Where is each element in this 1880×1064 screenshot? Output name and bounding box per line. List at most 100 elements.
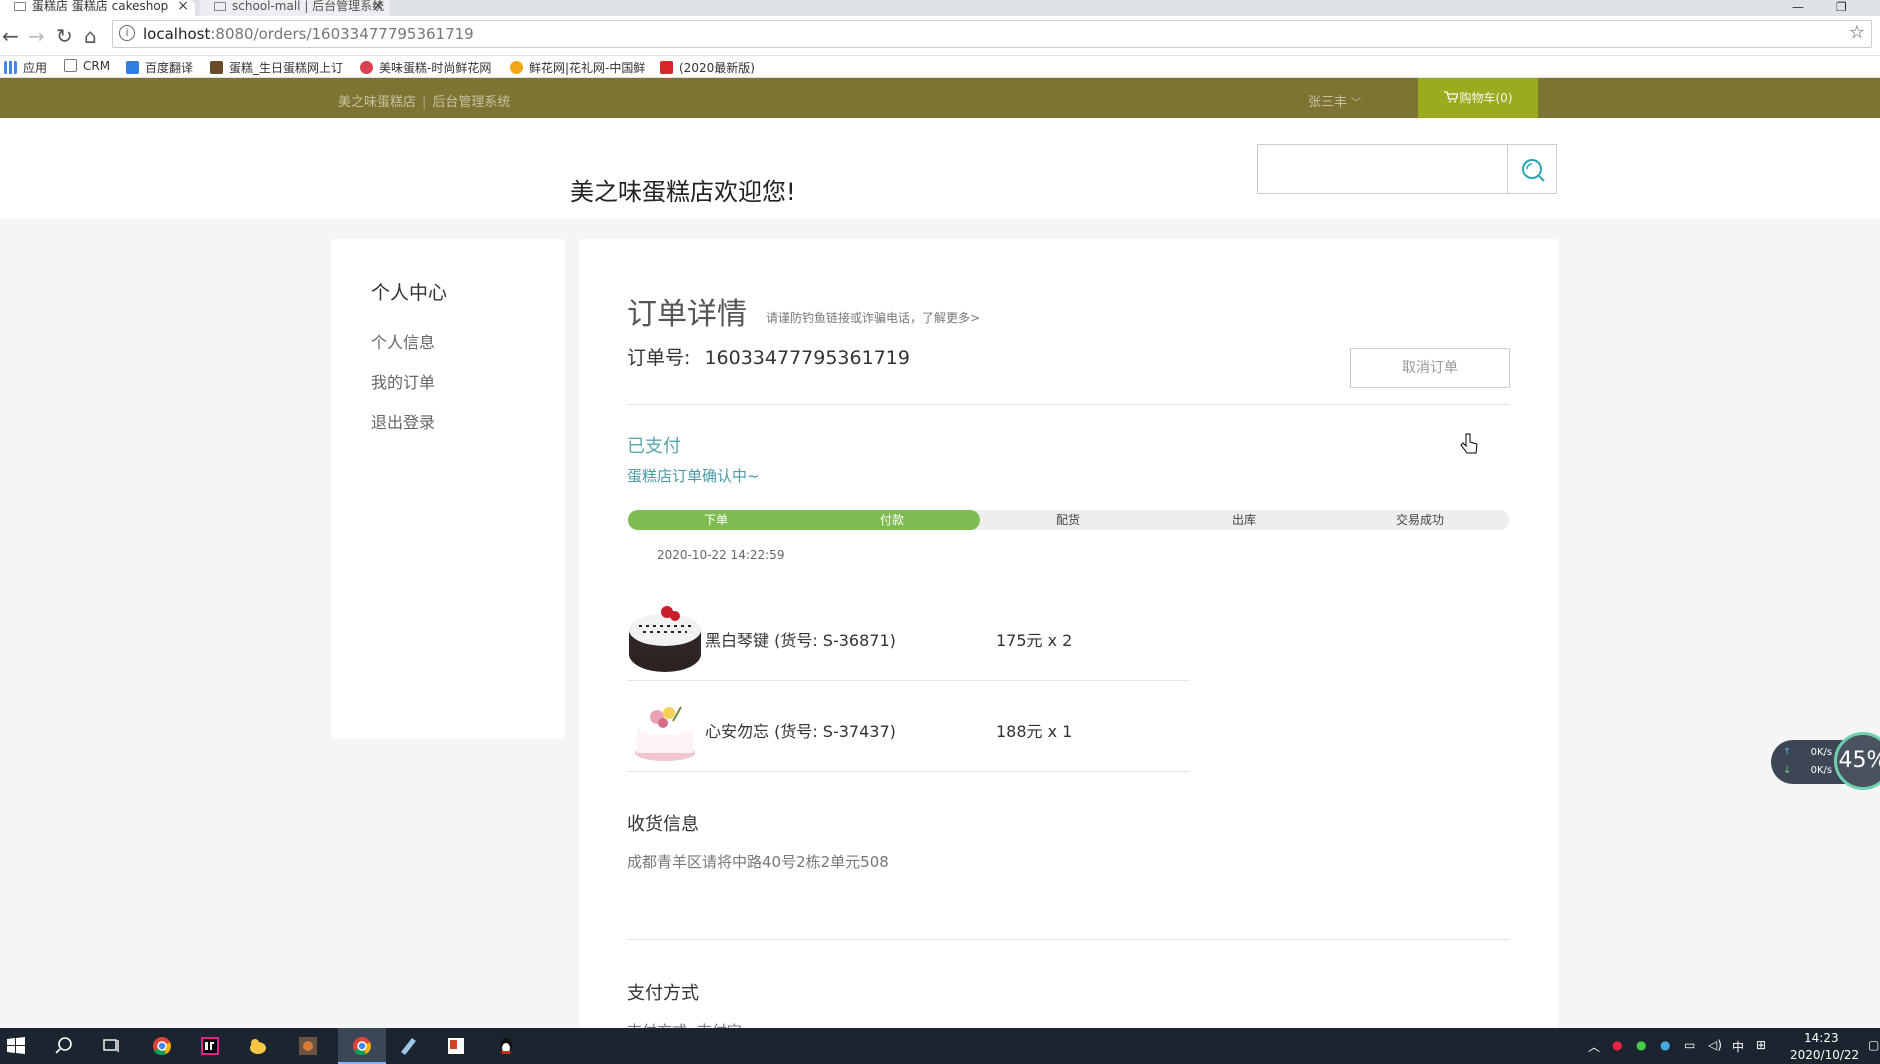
chevron-down-icon: ﹀ [1351,98,1362,109]
cart-icon [1443,91,1459,103]
order-detail-panel: 订单详情 请谨防钓鱼链接或诈骗电话，了解更多> 订单号: 16033477795… [579,239,1558,1029]
bookmark-flower-net[interactable]: 鲜花网|花礼网-中国鲜 [510,59,645,76]
browser-tab-strip: 蛋糕店 蛋糕店 cakeshop × school-mall | 后台管理系统 … [0,0,1880,16]
bookmark-baidu-translate[interactable]: 百度翻译 [126,59,193,76]
user-menu[interactable]: 张三丰 ﹀ [1308,91,1361,110]
close-tab-icon[interactable]: × [372,0,384,13]
intellij-icon[interactable] [200,1036,220,1056]
search-icon[interactable] [54,1036,74,1056]
bookmark-2020[interactable]: (2020最新版) [660,59,755,76]
c-logo-icon [660,61,673,74]
powerpoint-icon[interactable] [446,1036,466,1056]
windows-start-icon[interactable] [6,1036,26,1056]
browser-tab-inactive[interactable]: school-mall | 后台管理系统 × [200,0,390,16]
download-speed: 0K/s [1810,765,1833,776]
site-header: 美之味蛋糕店欢迎您! [0,118,1880,219]
divider [627,404,1510,405]
notification-icon[interactable]: ▢ [1868,1038,1879,1052]
sidebar-item-orders[interactable]: 我的订单 [371,369,435,393]
order-status: 已支付 [627,436,681,457]
restore-icon[interactable]: ❐ [1836,0,1847,14]
cart-label: 购物车(0) [1459,91,1513,105]
bookmarks-bar: 应用 CRM 百度翻译 蛋糕_生日蛋糕网上订 美味蛋糕-时尚鲜花网 鲜花网|花礼… [0,56,1880,78]
shop-name-link[interactable]: 美之味蛋糕店 [338,95,416,110]
bookmark-apps[interactable]: 应用 [4,59,47,76]
page-favicon-icon [214,2,226,11]
clock-time[interactable]: 14:23 [1804,1031,1839,1045]
payment-method-title: 支付方式 [627,983,699,1004]
chrome-icon [353,1037,371,1056]
cake-site-icon [210,61,223,74]
bookmark-crm[interactable]: CRM [64,59,110,73]
close-tab-icon[interactable]: × [177,0,189,13]
clock-date[interactable]: 2020/10/22 [1790,1048,1859,1062]
app-chick-icon[interactable] [248,1036,268,1056]
search-icon [1522,159,1545,182]
cart-button[interactable]: 购物车(0) [1418,78,1538,118]
order-progress-bar: 下单 付款 配货 出库 交易成功 [628,510,1509,530]
download-arrow-icon: ↓ [1783,765,1792,776]
site-top-nav: 美之味蛋糕店 | 后台管理系统 张三丰 ﹀ 购物车(0) [0,78,1880,118]
sidebar-title: 个人中心 [371,282,448,304]
browser-tab-active[interactable]: 蛋糕店 蛋糕店 cakeshop × [0,0,195,16]
progress-step: 下单 [703,513,728,527]
upload-speed: 0K/s [1810,747,1833,758]
task-view-icon[interactable] [102,1036,122,1056]
forward-icon[interactable]: → [28,24,45,48]
tab-title: school-mall | 后台管理系统 [232,0,385,13]
bookmark-star-icon[interactable]: ☆ [1849,22,1865,43]
top-nav-brand: 美之味蛋糕店 | 后台管理系统 [338,95,511,110]
order-number-label: 订单号: [627,347,691,369]
page-favicon-icon [14,2,26,11]
site-info-icon[interactable]: i [119,25,135,41]
tray-qq-icon[interactable]: ● [1612,1038,1622,1052]
hand-cursor-icon [1460,433,1478,454]
sidebar-item-profile[interactable]: 个人信息 [371,329,435,353]
reload-icon[interactable]: ↻ [56,24,73,48]
admin-link[interactable]: 后台管理系统 [432,95,510,110]
qq-penguin-icon[interactable] [496,1036,516,1056]
progress-step: 配货 [1055,513,1080,527]
sidebar-item-logout[interactable]: 退出登录 [371,409,435,433]
tray-security-icon[interactable]: ● [1660,1038,1670,1052]
search-input[interactable] [1257,144,1508,194]
translate-icon [126,61,139,74]
notepad-icon[interactable] [398,1036,418,1056]
anti-fraud-tip[interactable]: 请谨防钓鱼链接或诈骗电话，了解更多> [766,309,980,326]
shipping-address: 成都青羊区请将中路40号2栋2单元508 [627,853,889,871]
address-toolbar: ← → ↻ ⌂ i localhost:8080/orders/16033477… [0,16,1880,56]
progress-step: 出库 [1231,513,1256,527]
order-goods-item: 黑白琴键 (货号: S-36871) 175元 x 2 [627,590,1190,681]
flower-icon [510,61,523,74]
chrome-icon[interactable] [152,1036,172,1056]
page-icon [64,59,77,72]
divider [627,939,1510,940]
minimize-icon[interactable]: — [1792,0,1804,14]
progress-step: 交易成功 [1395,513,1444,527]
game-app-icon[interactable] [298,1036,318,1056]
url-text[interactable]: localhost:8080/orders/16033477795361719 [143,25,474,43]
order-status-desc: 蛋糕店订单确认中~ [627,467,760,485]
tray-keyboard-icon[interactable]: ⊞ [1756,1038,1766,1052]
windows-taskbar: ︿ ● ● ● ▭ ◁) 中 ⊞ 14:23 2020/10/22 ▢ [0,1028,1880,1064]
bookmark-cake-site[interactable]: 蛋糕_生日蛋糕网上订 [210,59,343,76]
bookmark-flower-cake[interactable]: 美味蛋糕-时尚鲜花网 [360,59,491,76]
goods-name[interactable]: 心安勿忘 (货号: S-37437) [705,718,896,742]
tray-volume-icon[interactable]: ◁) [1708,1038,1722,1052]
back-icon[interactable]: ← [2,24,19,48]
goods-name[interactable]: 黑白琴键 (货号: S-36871) [705,627,896,651]
tray-network-icon[interactable]: ▭ [1684,1038,1695,1052]
user-name: 张三丰 [1308,95,1348,110]
network-monitor-widget[interactable]: ↑ 0K/s ↓ 0K/s 45% [1771,732,1880,790]
cancel-order-button[interactable]: 取消订单 [1350,348,1510,388]
search-button[interactable] [1507,144,1557,194]
flower-cake-image [635,706,695,761]
memory-usage-gauge: 45% [1834,732,1880,790]
url-bar[interactable]: i localhost:8080/orders/1603347779536171… [112,20,1872,48]
tray-ime-indicator[interactable]: 中 [1732,1038,1744,1055]
tray-wechat-icon[interactable]: ● [1636,1038,1646,1052]
page-title: 订单详情 [627,297,747,332]
tray-up-chevron-icon[interactable]: ︿ [1588,1038,1600,1055]
home-icon[interactable]: ⌂ [84,24,97,48]
tab-title: 蛋糕店 蛋糕店 cakeshop [32,0,169,13]
